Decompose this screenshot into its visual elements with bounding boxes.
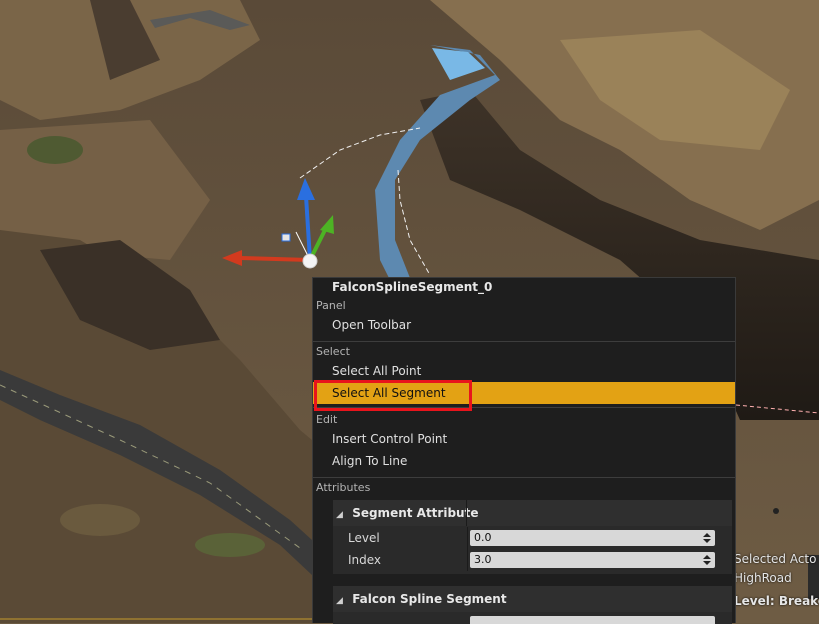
section-edit-label: Edit (316, 413, 338, 426)
menu-divider (313, 407, 735, 408)
level-value-field[interactable]: 0.0 (470, 530, 715, 546)
falcon-spline-segment-title: Falcon Spline Segment (352, 592, 507, 606)
falcon-spline-segment-header[interactable]: ◢ Falcon Spline Segment (333, 586, 732, 612)
current-level-indicator: Level: Breako (734, 594, 819, 608)
collapse-arrow-icon: ◢ (336, 596, 343, 606)
open-toolbar-item[interactable]: Open Toolbar (313, 314, 735, 336)
index-value-field[interactable]: 3.0 (470, 552, 715, 568)
gizmo-x-axis[interactable] (239, 256, 311, 262)
index-property-label: Index (348, 553, 382, 567)
menu-divider (313, 477, 735, 478)
section-panel-label: Panel (316, 299, 346, 312)
index-property-row: Index 3.0 (333, 549, 732, 571)
level-value: Breako (778, 594, 819, 608)
select-all-segment-item[interactable]: Select All Segment (313, 382, 735, 404)
align-to-line-item[interactable]: Align To Line (313, 450, 735, 472)
section-attributes-label: Attributes (316, 481, 371, 494)
select-all-point-item[interactable]: Select All Point (313, 360, 735, 382)
segment-attribute-header[interactable]: ◢ Segment Attribute (333, 500, 732, 526)
level-label: Level: (734, 594, 775, 608)
spin-arrows-icon[interactable] (702, 554, 712, 566)
selected-actor-name: HighRoad (734, 571, 792, 585)
index-value-text: 3.0 (474, 553, 492, 566)
segment-attribute-title: Segment Attribute (352, 506, 479, 520)
level-property-row: Level 0.0 (333, 527, 732, 549)
spin-arrows-icon[interactable] (702, 532, 712, 544)
section-select-label: Select (316, 345, 350, 358)
selected-actor-label: Selected Acto (734, 552, 817, 566)
level-property-label: Level (348, 531, 380, 545)
spline-point-handle[interactable] (302, 253, 318, 269)
insert-control-point-item[interactable]: Insert Control Point (313, 428, 735, 450)
collapse-arrow-icon: ◢ (336, 510, 343, 520)
menu-title: FalconSplineSegment_0 (332, 280, 493, 294)
level-value-text: 0.0 (474, 531, 492, 544)
menu-divider (313, 341, 735, 342)
context-menu: FalconSplineSegment_0 Panel Open Toolbar… (312, 277, 736, 624)
